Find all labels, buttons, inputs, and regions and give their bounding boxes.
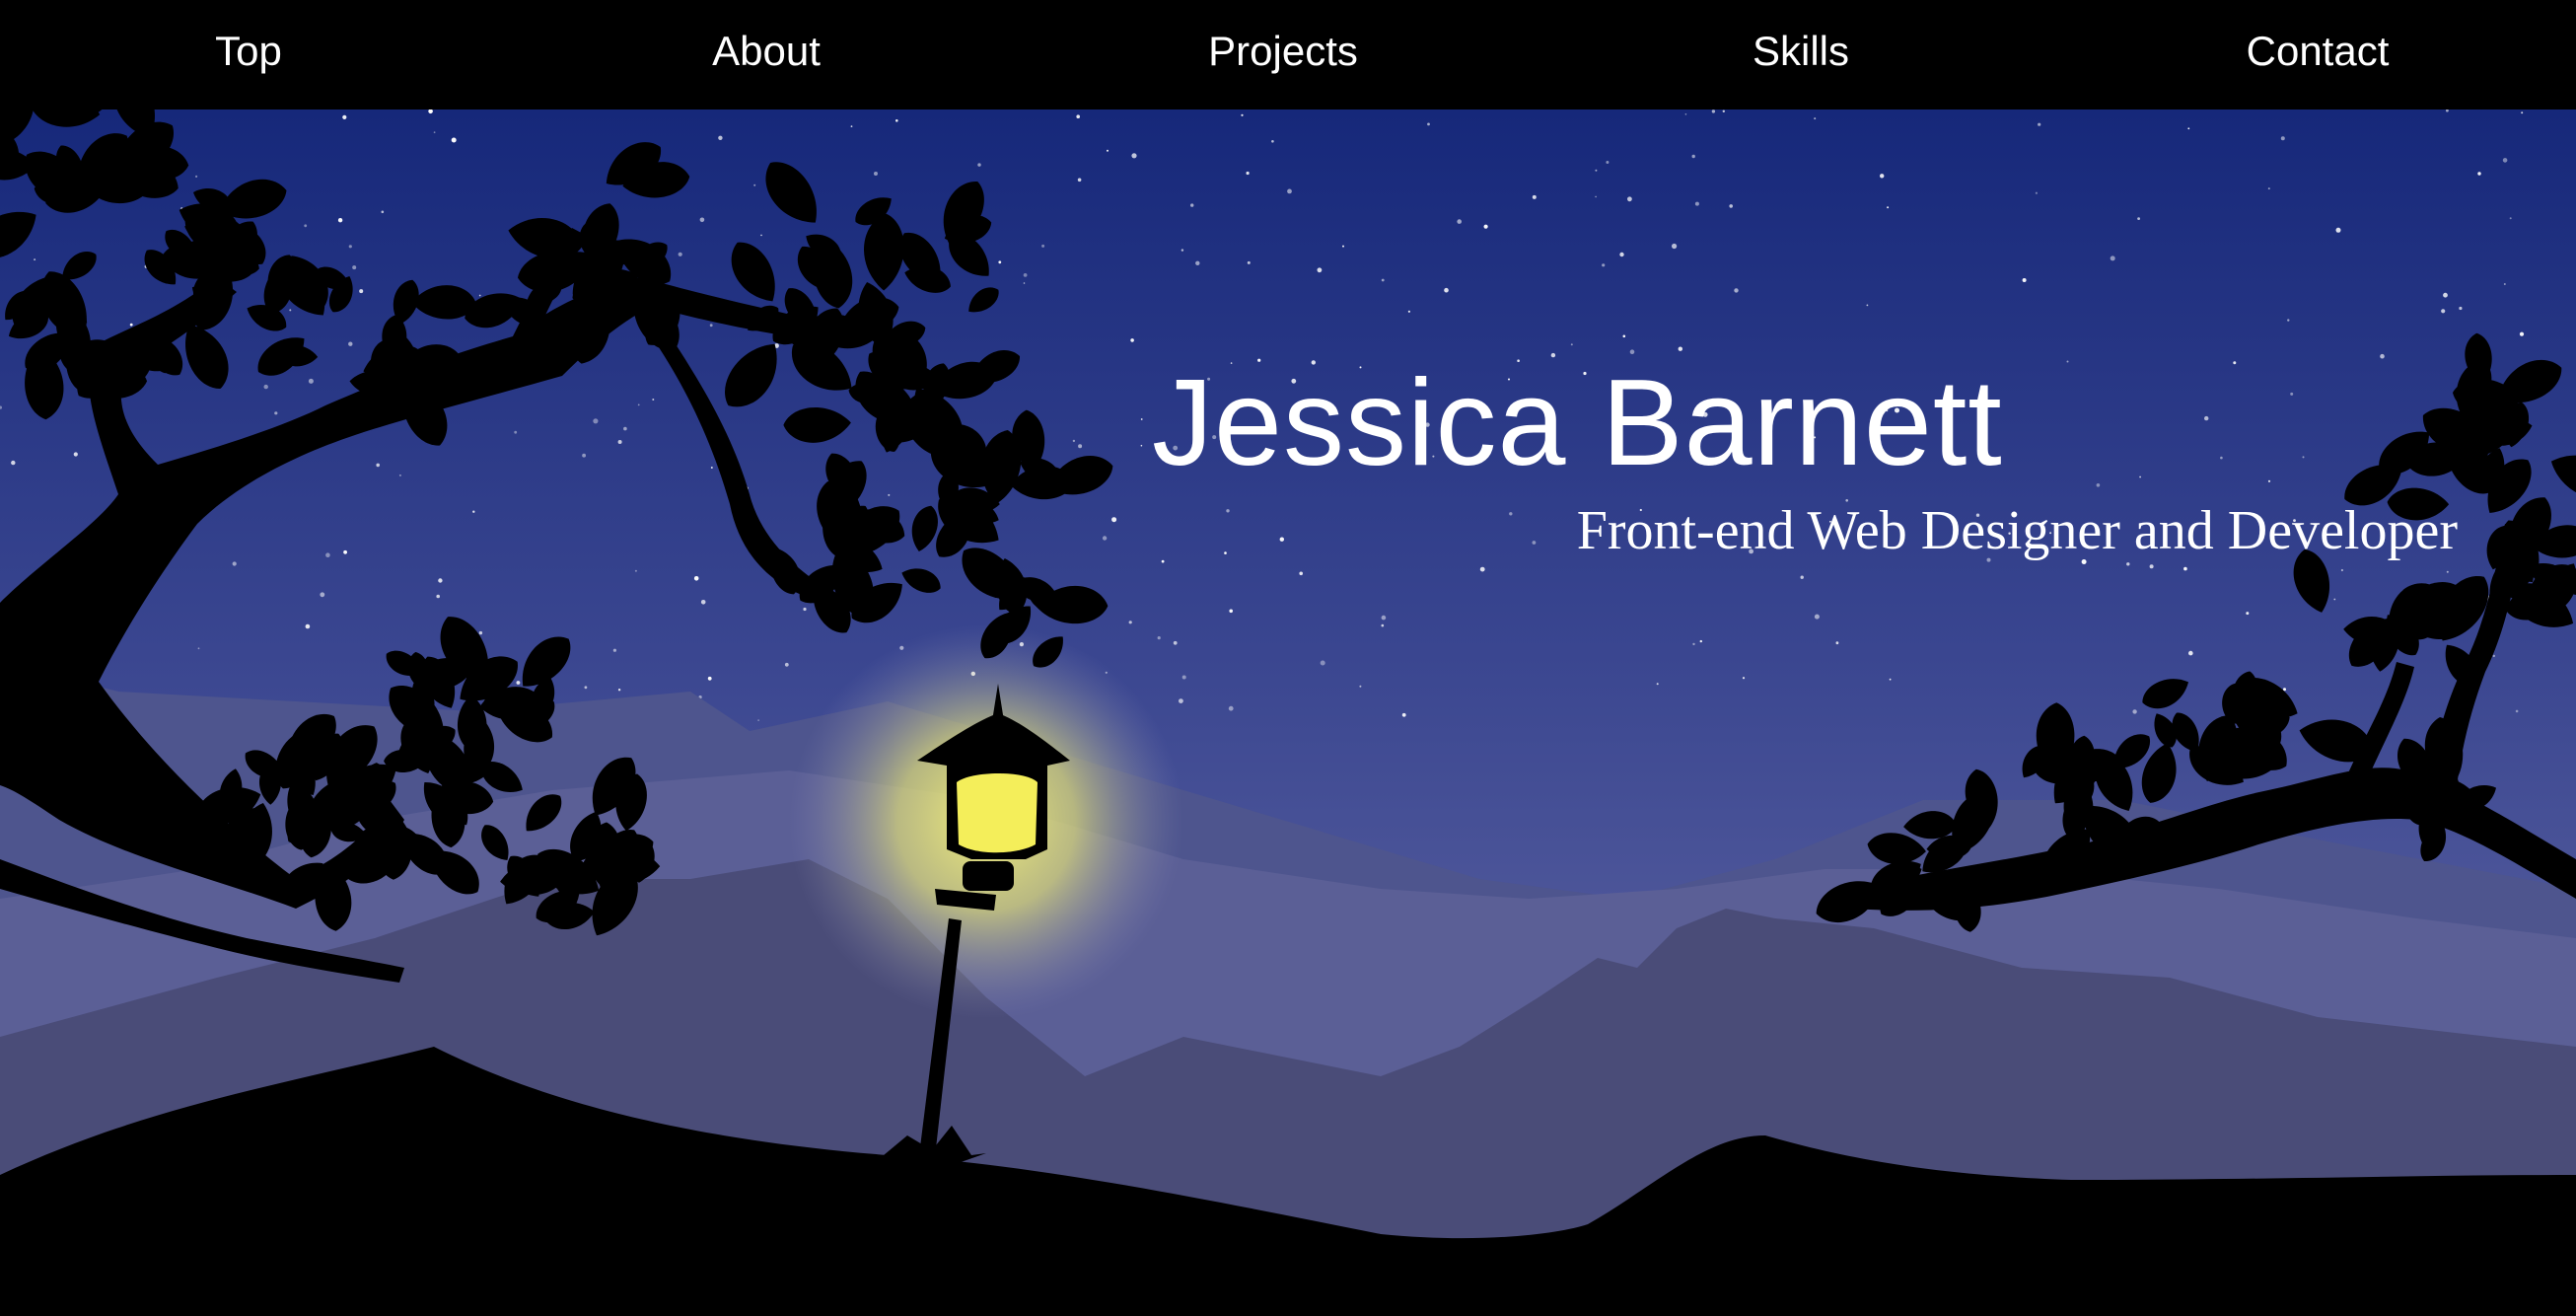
night-landscape-illustration: [0, 110, 2576, 1316]
hero-subtitle: Front-end Web Designer and Developer: [1576, 500, 2458, 561]
top-nav: Top About Projects Skills Contact: [0, 0, 2576, 110]
nav-link-skills[interactable]: Skills: [1753, 22, 1849, 81]
nav-link-top[interactable]: Top: [215, 22, 282, 81]
lamp-light: [957, 773, 1038, 853]
nav-link-projects[interactable]: Projects: [1208, 22, 1358, 81]
nav-link-contact[interactable]: Contact: [2247, 22, 2390, 81]
hero-title: Jessica Barnett: [1152, 355, 2003, 491]
hero-section: Jessica Barnett Front-end Web Designer a…: [0, 110, 2576, 1316]
nav-link-about[interactable]: About: [712, 22, 821, 81]
